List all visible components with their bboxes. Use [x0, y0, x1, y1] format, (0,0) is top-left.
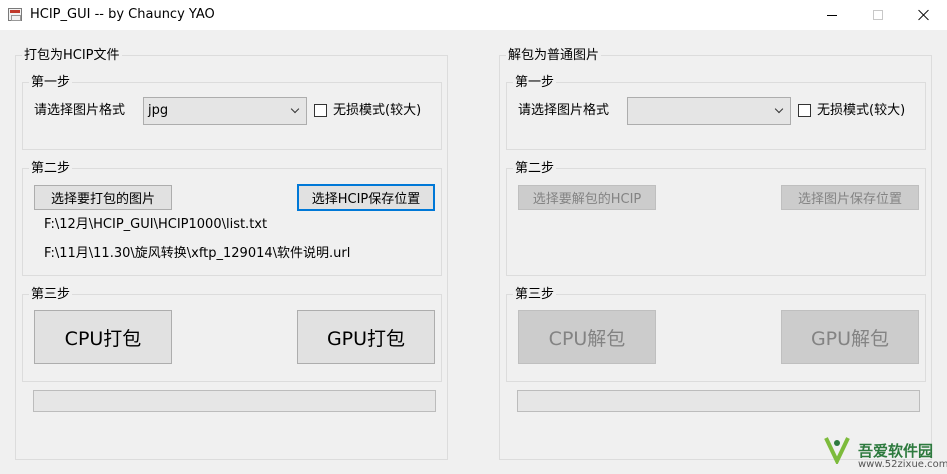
pack-panel-title: 打包为HCIP文件: [22, 48, 122, 63]
unpack-step1-title: 第一步: [513, 75, 557, 90]
unpack-format-select[interactable]: [627, 97, 791, 125]
select-image-save-button[interactable]: 选择图片保存位置: [781, 185, 919, 210]
select-hcip-file-button[interactable]: 选择要解包的HCIP: [518, 185, 656, 210]
pack-lossless-checkbox[interactable]: [314, 104, 327, 117]
pack-format-value: jpg: [148, 103, 169, 118]
minimize-icon: [827, 14, 837, 16]
pack-progress-bar: [33, 390, 436, 412]
pack-step2-title: 第二步: [29, 161, 73, 176]
pack-format-label: 请选择图片格式: [34, 103, 126, 118]
unpack-lossless-checkbox[interactable]: [798, 104, 811, 117]
unpack-format-label: 请选择图片格式: [518, 103, 610, 118]
unpack-step3-title: 第三步: [513, 287, 557, 302]
unpack-step2-title: 第二步: [513, 161, 557, 176]
watermark-logo-icon: [824, 437, 850, 464]
pack-lossless-label: 无损模式(较大): [333, 103, 422, 118]
unpack-lossless-label: 无损模式(较大): [817, 103, 906, 118]
images-path-text: F:\12月\HCIP_GUI\HCIP1000\list.txt: [44, 217, 268, 232]
save-path-text: F:\11月\11.30\旋风转换\xftp_129014\软件说明.url: [44, 246, 351, 261]
watermark-url: www.52zixue.com: [858, 459, 947, 470]
close-icon: [918, 9, 930, 21]
select-images-button[interactable]: 选择要打包的图片: [34, 185, 172, 210]
unpack-progress-bar: [517, 390, 920, 412]
pack-step3-title: 第三步: [29, 287, 73, 302]
window-title: HCIP_GUI -- by Chauncy YAO: [30, 7, 215, 22]
close-button[interactable]: [901, 0, 947, 30]
chevron-down-icon: [774, 104, 784, 114]
chevron-down-icon: [290, 104, 300, 114]
maximize-icon: [873, 10, 883, 20]
site-watermark: 吾爱软件园 www.52zixue.com: [820, 418, 947, 474]
minimize-button[interactable]: [809, 0, 855, 30]
cpu-unpack-button[interactable]: CPU解包: [518, 310, 656, 364]
select-hcip-save-button[interactable]: 选择HCIP保存位置: [297, 184, 435, 211]
title-bar[interactable]: HCIP_GUI -- by Chauncy YAO: [0, 0, 947, 30]
cpu-pack-button[interactable]: CPU打包: [34, 310, 172, 364]
pack-format-select[interactable]: jpg: [143, 97, 307, 125]
gpu-unpack-button[interactable]: GPU解包: [781, 310, 919, 364]
unpack-panel-title: 解包为普通图片: [506, 48, 602, 63]
watermark-name: 吾爱软件园: [858, 442, 934, 460]
pack-step1-title: 第一步: [29, 75, 73, 90]
app-icon: [8, 8, 22, 21]
window-client-area: 打包为HCIP文件 第一步 请选择图片格式 jpg 无损模式(较大) 第二步 选…: [0, 30, 947, 474]
gpu-pack-button[interactable]: GPU打包: [297, 310, 435, 364]
maximize-button[interactable]: [855, 0, 901, 30]
